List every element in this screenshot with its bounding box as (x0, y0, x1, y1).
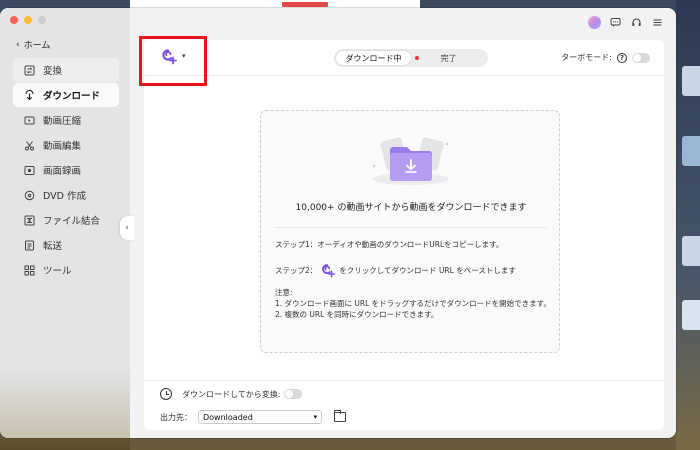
sidebar-item-compress[interactable]: 動画圧縮 (13, 108, 119, 132)
sidebar: ‹ ホーム 変換ダウンロード 動画圧縮動画編集画面録画 DVD 作成ファイル結合 転送… (0, 8, 130, 438)
headset-icon[interactable] (630, 16, 643, 29)
convert-after-toggle[interactable] (284, 389, 303, 399)
top-right-toolbar (588, 16, 664, 29)
convert-after-label: ダウンロードしてから変換: (182, 389, 281, 399)
maximize-window-button[interactable] (38, 16, 46, 24)
output-folder-select[interactable]: Downloaded ▾ (198, 410, 322, 424)
step-2-prefix: ステップ2： (275, 265, 318, 275)
note-2: 2. 複数の URL を同時にダウンロードできます。 (275, 310, 439, 319)
notification-dot (415, 56, 419, 60)
drop-zone[interactable]: 10,000+ の動画サイトから動画をダウンロードできます ステップ1：オーディ… (260, 110, 560, 353)
sidebar-item-transfer[interactable]: 転送 (13, 233, 119, 257)
home-link[interactable]: ‹ ホーム (16, 38, 51, 52)
chevron-down-icon[interactable]: ▾ (182, 52, 186, 60)
sidebar-item-label: ファイル結合 (43, 216, 101, 227)
chevron-left-icon: ‹ (125, 223, 129, 233)
download-icon (23, 89, 35, 101)
sidebar-item-label: ダウンロード (43, 91, 101, 102)
step-1-text: ステップ1：オーディオや動画のダウンロードURLをコピーします。 (275, 239, 503, 250)
turbo-mode-toggle[interactable] (632, 52, 650, 63)
download-status-tabs: ダウンロード中 完了 (334, 49, 488, 67)
sidebar-item-merge[interactable]: ファイル結合 (13, 208, 119, 232)
tab-downloading-label: ダウンロード中 (345, 53, 402, 63)
merge-icon (23, 214, 35, 226)
step-2-suffix: をクリックしてダウンロード URL をペーストします (339, 265, 516, 275)
turbo-mode: ターボモード: ? (561, 52, 650, 63)
output-folder-value: Downloaded (203, 412, 253, 422)
sidebar-item-label: DVD 作成 (43, 191, 86, 202)
panel-footer: ダウンロードしてから変換: 出力先： Downloaded ▾ (144, 380, 664, 430)
sidebar-item-label: 変換 (43, 66, 63, 77)
sidebar-item-label: 動画編集 (43, 141, 82, 152)
tools-icon (23, 264, 35, 276)
drop-zone-title: 10,000+ の動画サイトから動画をダウンロードできます (295, 203, 527, 213)
note-title: 注意: (275, 288, 293, 297)
window-controls (10, 16, 46, 24)
avatar[interactable] (588, 16, 601, 29)
sidebar-item-convert[interactable]: 変換 (13, 58, 119, 82)
menu-icon[interactable] (651, 16, 664, 29)
sidebar-item-label: 転送 (43, 241, 63, 252)
sidebar-item-download[interactable]: ダウンロード (13, 83, 119, 107)
add-url-button[interactable]: ▾ (160, 47, 186, 65)
sidebar-item-screen-record[interactable]: 画面録画 (13, 158, 119, 182)
chevron-left-icon: ‹ (16, 39, 20, 50)
close-window-button[interactable] (10, 16, 18, 24)
convert-after-row: ダウンロードしてから変換: (160, 388, 303, 400)
help-icon[interactable]: ? (617, 52, 627, 63)
message-icon[interactable] (609, 16, 622, 29)
clock-icon[interactable] (160, 388, 172, 400)
compress-icon (23, 114, 35, 126)
sidebar-footer (0, 368, 130, 438)
download-panel: ▾ ダウンロード中 完了 ターボモード: ? 10,000+ の動画サイトから動… (144, 40, 664, 430)
chevron-down-icon: ▾ (313, 413, 317, 421)
dvd-icon (23, 189, 35, 201)
turbo-mode-label: ターボモード: (561, 53, 612, 62)
transfer-icon (23, 239, 35, 251)
sidebar-item-dvd[interactable]: DVD 作成 (13, 183, 119, 207)
sidebar-item-scissors[interactable]: 動画編集 (13, 133, 119, 157)
add-link-icon (162, 49, 177, 65)
sidebar-item-label: 動画圧縮 (43, 116, 82, 127)
divider (275, 227, 547, 228)
minimize-window-button[interactable] (24, 16, 32, 24)
add-link-icon (322, 264, 336, 278)
tab-completed-label: 完了 (440, 53, 457, 63)
convert-icon (23, 64, 35, 76)
home-label: ホーム (23, 41, 51, 51)
sidebar-item-tools[interactable]: ツール (13, 258, 119, 282)
folder-download-icon (372, 137, 449, 185)
panel-header: ▾ ダウンロード中 完了 ターボモード: ? (144, 40, 664, 76)
step-1-label: ステップ1：オーディオや動画のダウンロードURLをコピーします。 (275, 240, 504, 249)
notes: 注意: 1. ダウンロード画面に URL をドラッグするだけでダウンロードを開始… (275, 287, 551, 320)
tab-completed[interactable]: 完了 (411, 51, 486, 65)
desktop-right-edge (676, 0, 700, 450)
sidebar-item-label: ツール (43, 266, 72, 277)
tab-downloading[interactable]: ダウンロード中 (336, 51, 411, 65)
scissors-icon (23, 139, 35, 151)
sidebar-item-label: 画面録画 (43, 166, 82, 177)
open-folder-icon[interactable] (333, 410, 346, 422)
collapse-sidebar-button[interactable]: ‹ (120, 216, 134, 240)
output-row: 出力先： Downloaded ▾ (160, 410, 346, 424)
sidebar-nav: 変換ダウンロード 動画圧縮動画編集画面録画 DVD 作成ファイル結合 転送ツール (13, 58, 119, 283)
screen-record-icon (23, 164, 35, 176)
app-window: ‹ ホーム 変換ダウンロード 動画圧縮動画編集画面録画 DVD 作成ファイル結合 転送… (0, 8, 676, 438)
note-1: 1. ダウンロード画面に URL をドラッグするだけでダウンロードを開始できます… (275, 299, 551, 308)
output-label: 出力先： (160, 412, 192, 422)
step-2-text: ステップ2： をクリックしてダウンロード URL をペーストします (275, 262, 516, 278)
